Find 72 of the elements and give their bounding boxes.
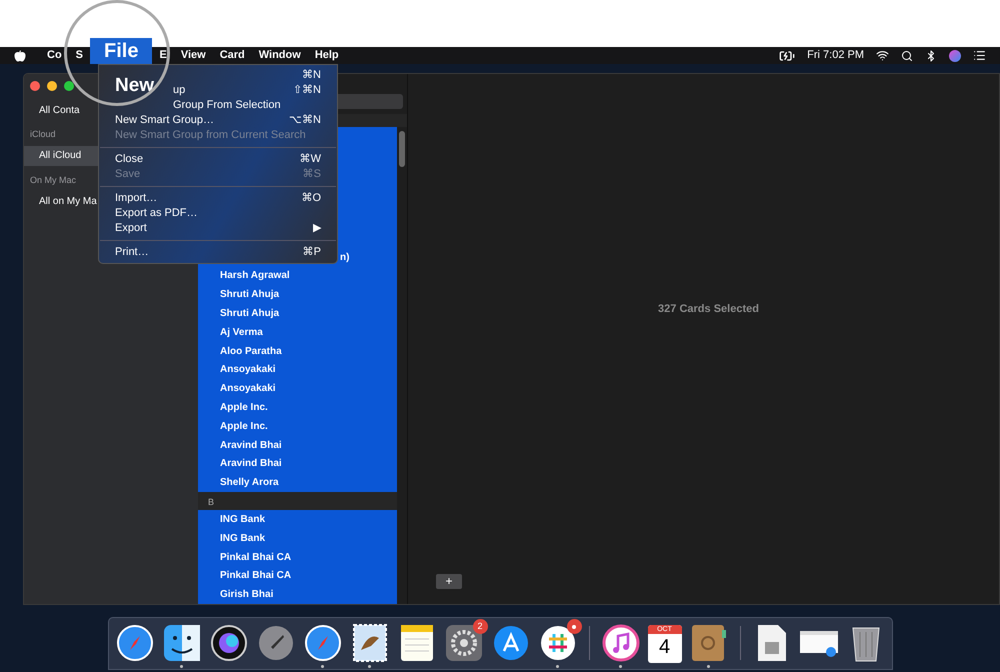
- sidebar-section-header: iCloud: [30, 128, 56, 141]
- contact-row[interactable]: Aj Verma: [198, 322, 397, 342]
- contact-row[interactable]: Harsh Agrawal: [198, 266, 397, 286]
- window-thumbnail-icon[interactable]: [798, 628, 838, 658]
- close-window-icon[interactable]: [30, 81, 40, 91]
- running-indicator-icon: [619, 665, 622, 668]
- menu-item[interactable]: Group From Selection: [173, 98, 337, 113]
- sidebar-section-header: On My Mac: [30, 174, 76, 187]
- minimize-window-icon[interactable]: [47, 81, 57, 91]
- menu-bar-item[interactable]: S: [68, 47, 90, 64]
- selection-count: 327 Cards Selected: [658, 302, 759, 317]
- contact-row[interactable]: Ansoyakaki: [198, 379, 397, 398]
- document-icon[interactable]: [756, 624, 786, 662]
- calendar-day: 4: [658, 634, 670, 660]
- menu-item[interactable]: Export ▶: [99, 221, 337, 236]
- notepad-icon[interactable]: [400, 624, 434, 662]
- list-icon[interactable]: [973, 49, 986, 62]
- menu-bar-item[interactable]: View: [174, 47, 213, 64]
- rocket-icon[interactable]: [256, 624, 294, 662]
- contact-row[interactable]: Apple Inc.: [198, 398, 397, 417]
- compass-icon[interactable]: [304, 624, 342, 662]
- compass-icon[interactable]: [116, 624, 154, 662]
- gear-icon[interactable]: [444, 624, 482, 662]
- zoom-window-icon[interactable]: [64, 81, 74, 91]
- clock[interactable]: Fri 7:02 PM: [807, 47, 864, 64]
- scrollbar-thumb[interactable]: [399, 130, 405, 167]
- menu-bar-item[interactable]: Card: [212, 47, 252, 64]
- menu-item[interactable]: Print… ⌘P: [99, 245, 337, 260]
- menu-bar-item[interactable]: E: [152, 47, 174, 64]
- contact-row[interactable]: Pinkal Bhai CA: [198, 566, 397, 586]
- menu-bar-item[interactable]: Window: [252, 47, 308, 64]
- address-book-icon[interactable]: [690, 624, 726, 662]
- contact-row[interactable]: Apple Inc.: [198, 416, 397, 436]
- running-indicator-icon: [556, 665, 559, 668]
- menu-bar-item[interactable]: File: [90, 38, 152, 64]
- section-header: B: [198, 492, 397, 510]
- menu-item[interactable]: New Smart Group… ⌥⌘N: [99, 113, 337, 128]
- running-indicator-icon: [368, 665, 371, 668]
- add-button[interactable]: +: [436, 574, 462, 589]
- notification-badge: 2: [472, 619, 488, 634]
- contact-row[interactable]: Girish Bhai: [198, 585, 397, 604]
- orb-icon[interactable]: [210, 624, 248, 662]
- orb-icon[interactable]: [949, 50, 961, 62]
- contact-row[interactable]: Shruti Ahuja: [198, 285, 397, 304]
- menu-item[interactable]: Close ⌘W: [99, 152, 337, 167]
- apple-icon[interactable]: [14, 50, 26, 62]
- menu-bar-item[interactable]: Co: [40, 47, 69, 64]
- music-note-icon[interactable]: [602, 624, 640, 662]
- hash-icon[interactable]: [538, 624, 576, 662]
- contact-row[interactable]: ING Bank: [198, 528, 397, 548]
- magnified-menu-item[interactable]: New: [115, 75, 154, 97]
- menu-item[interactable]: Import… ⌘O: [99, 191, 337, 206]
- contact-row[interactable]: Aravind Bhai: [198, 454, 397, 474]
- menu-bar-item[interactable]: Help: [308, 47, 346, 64]
- running-indicator-icon: [707, 665, 710, 668]
- bluetooth-icon[interactable]: [925, 50, 937, 62]
- menu-item[interactable]: up ⇧⌘N: [173, 83, 337, 98]
- contact-row[interactable]: Pinkal Bhai CA: [198, 548, 397, 566]
- contact-name[interactable]: n): [340, 250, 350, 265]
- bird-stamp-icon[interactable]: [352, 624, 386, 662]
- running-indicator-icon: [321, 665, 324, 668]
- menu-item[interactable]: Export as PDF…: [99, 206, 337, 221]
- contact-row[interactable]: Aloo Paratha: [198, 342, 397, 360]
- letter-a-icon[interactable]: [492, 624, 530, 662]
- search-icon[interactable]: [901, 50, 913, 62]
- smiley-face-icon[interactable]: [162, 624, 200, 662]
- contact-row[interactable]: Shelly Arora: [198, 473, 397, 492]
- contact-row[interactable]: ING Bank: [198, 510, 397, 529]
- contact-row[interactable]: Shruti Ahuja: [198, 304, 397, 323]
- contact-row[interactable]: Aravind Bhai: [198, 436, 397, 454]
- running-indicator-icon: [180, 665, 183, 668]
- contact-row[interactable]: Ansoyakaki: [198, 360, 397, 380]
